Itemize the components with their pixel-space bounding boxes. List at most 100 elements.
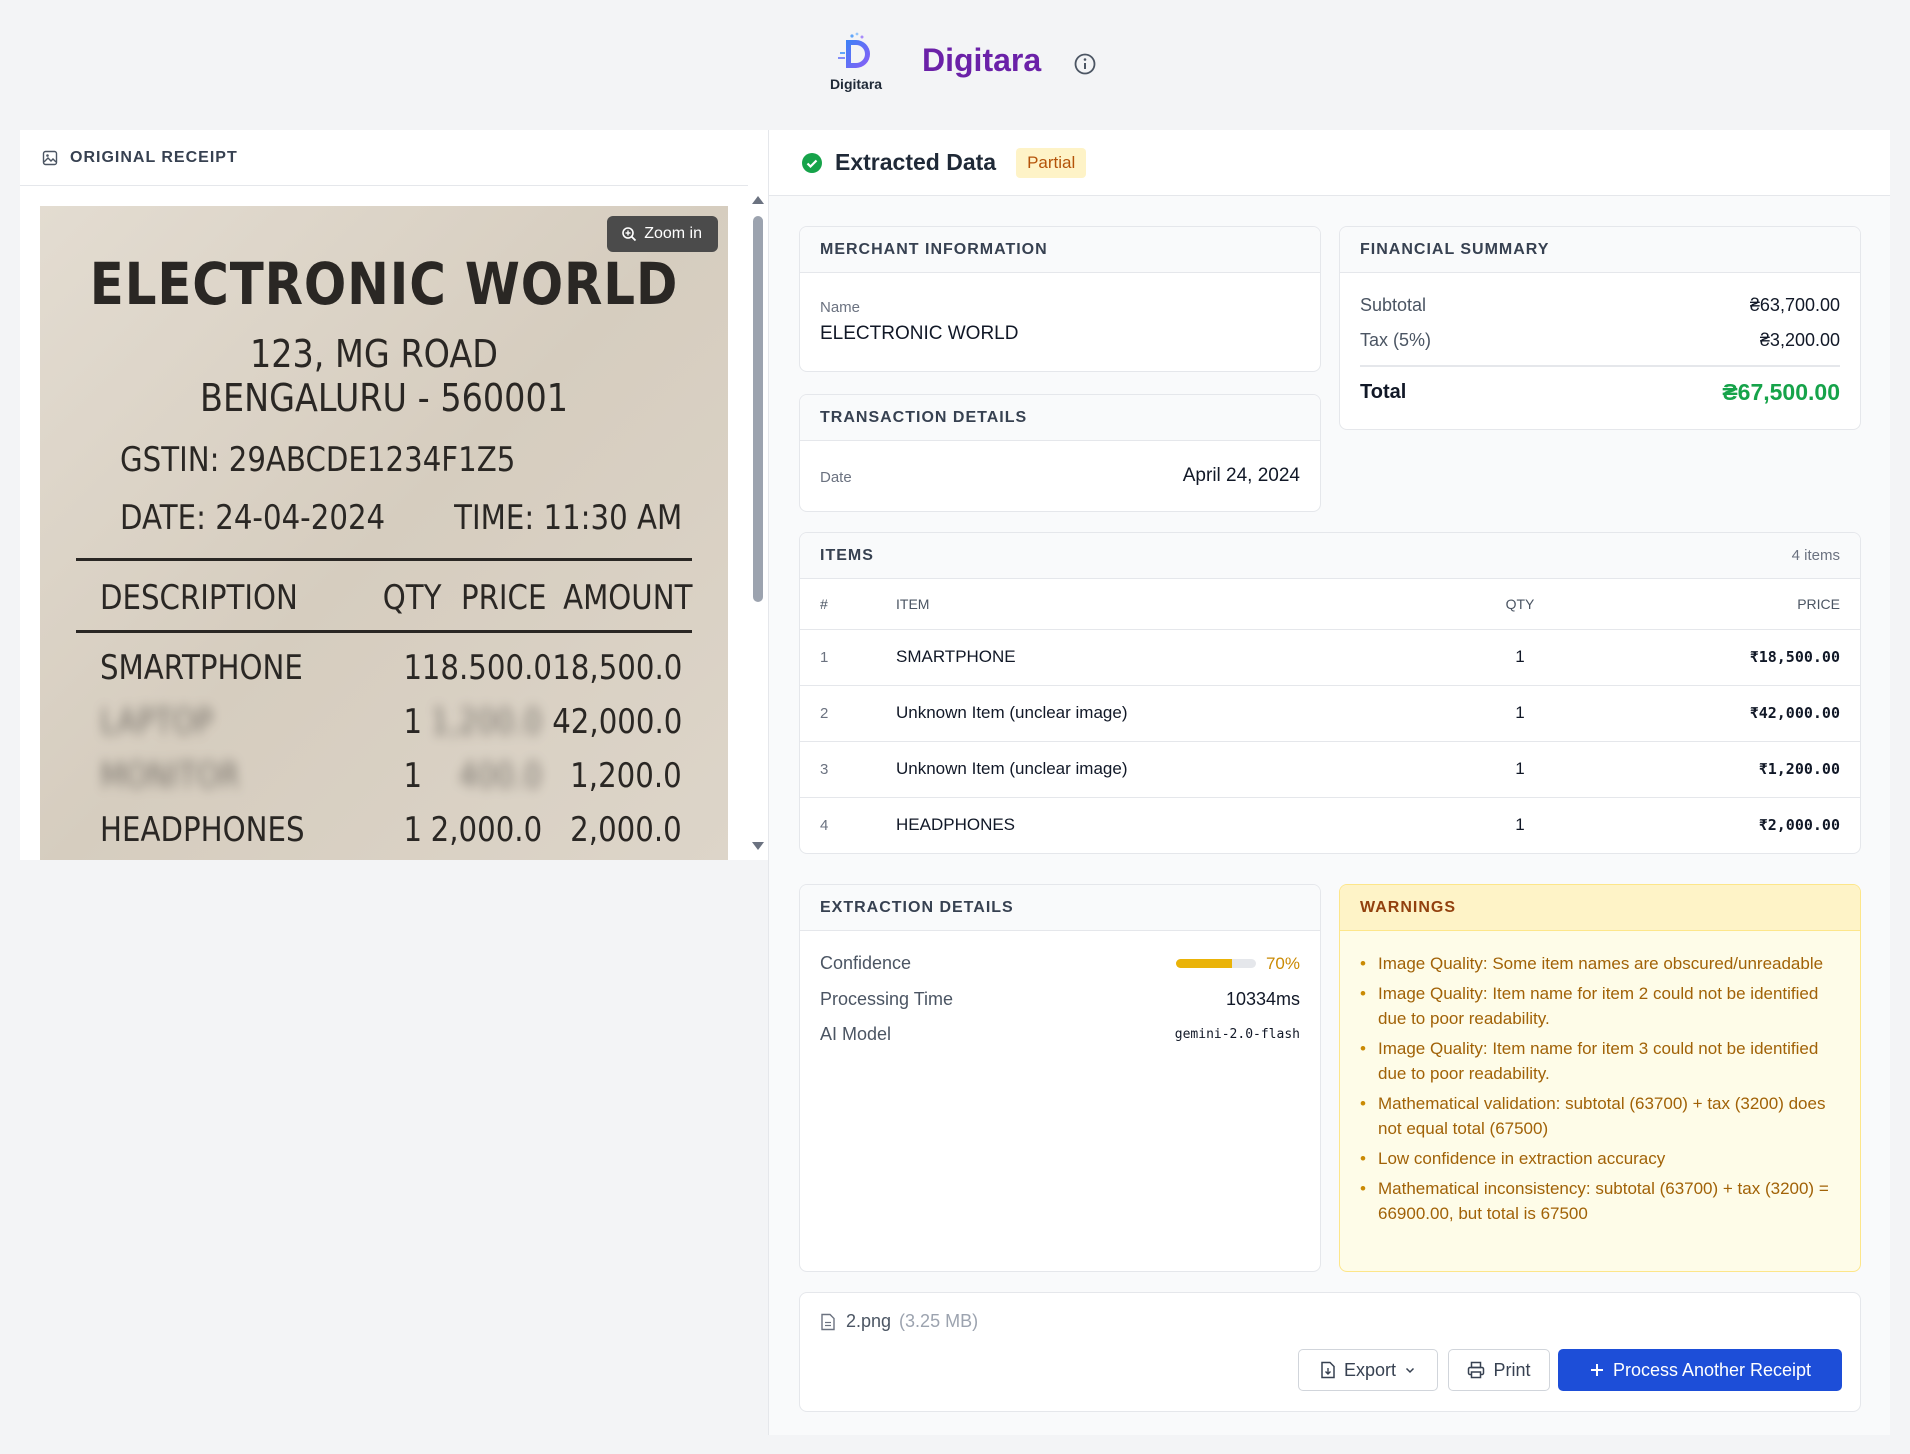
scroll-up-icon[interactable] <box>752 196 764 204</box>
export-file-icon <box>1321 1361 1335 1379</box>
warning-item: Image Quality: Item name for item 3 coul… <box>1360 1036 1840 1086</box>
brand-name: Digitara <box>922 42 1042 78</box>
financial-summary-title: FINANCIAL SUMMARY <box>1340 227 1860 273</box>
warnings-card: WARNINGS Image Quality: Some item names … <box>1339 884 1861 1272</box>
receipt-row-qty: 1 <box>403 756 423 796</box>
item-price: ₹1,200.00 <box>1570 740 1860 797</box>
items-card-header: ITEMS 4 items <box>800 533 1860 579</box>
receipt-address-line2: BENGALURU - 560001 <box>199 376 569 420</box>
confidence-value: 70% <box>1265 953 1300 973</box>
process-another-receipt-button[interactable]: Process Another Receipt <box>1558 1349 1842 1391</box>
receipt-row-desc: MONITOR <box>100 756 240 796</box>
file-info: 2.png (3.25 MB) <box>820 1311 978 1332</box>
col-item: ITEM <box>896 595 930 612</box>
col-number: # <box>820 595 828 612</box>
receipt-row-qty: 1 <box>403 810 423 850</box>
total-label: Total <box>1360 381 1407 403</box>
receipt-col-description: DESCRIPTION <box>100 578 298 618</box>
receipt-row-amount: 42,000.0 <box>551 702 682 742</box>
receipt-image[interactable]: ELECTRONIC WORLD 123, MG ROAD BENGALURU … <box>40 206 728 860</box>
receipt-store-name: ELECTRONIC WORLD <box>89 250 679 318</box>
items-table-header: # ITEM QTY PRICE <box>800 579 1860 629</box>
file-name: 2.png <box>846 1311 892 1331</box>
table-row: 2 Unknown Item (unclear image) 1 ₹42,000… <box>800 684 1860 741</box>
item-number: 1 <box>800 628 896 685</box>
total-row: Total ₴67,500.00 <box>1360 379 1840 406</box>
confidence-row: Confidence 70% <box>820 953 1300 974</box>
warning-item: Mathematical validation: subtotal (63700… <box>1360 1091 1840 1141</box>
receipt-row-price: 1,200.0 <box>430 702 543 742</box>
subtotal-label: Subtotal <box>1360 295 1427 315</box>
export-label: Export <box>1343 1359 1397 1380</box>
extracted-data-title: Extracted Data <box>835 149 997 175</box>
tax-row: Tax (5%) ₴3,200.00 <box>1360 330 1840 351</box>
scroll-down-icon[interactable] <box>752 842 764 850</box>
item-name: Unknown Item (unclear image) <box>896 740 1470 797</box>
receipt-row-desc: HEADPHONES <box>100 810 305 850</box>
receipt-address-line1: 123, MG ROAD <box>249 332 499 376</box>
chevron-down-icon <box>1405 1367 1415 1374</box>
subtotal-value: ₴63,700.00 <box>1749 295 1840 315</box>
print-button[interactable]: Print <box>1448 1349 1550 1391</box>
receipt-gstin: GSTIN: 29ABCDE1234F1Z5 <box>120 440 516 480</box>
process-another-label: Process Another Receipt <box>1612 1359 1812 1380</box>
receipt-row-qty: 1 <box>403 702 423 742</box>
financial-summary-card: FINANCIAL SUMMARY Subtotal ₴63,700.00 Ta… <box>1339 226 1861 430</box>
item-number: 2 <box>800 684 896 741</box>
zoom-in-button[interactable]: Zoom in <box>607 216 718 252</box>
warning-item: Image Quality: Item name for item 2 coul… <box>1360 981 1840 1031</box>
receipt-row-price: 400.0 <box>458 756 543 796</box>
confidence-bar <box>1175 959 1256 968</box>
transaction-card: TRANSACTION DETAILS Date April 24, 2024 <box>799 394 1321 512</box>
item-price: ₹42,000.00 <box>1570 684 1860 741</box>
plus-icon <box>1590 1364 1603 1376</box>
receipt-panel-header: ORIGINAL RECEIPT <box>20 130 768 186</box>
info-icon[interactable] <box>1073 52 1097 76</box>
receipt-row-price: 18.500.0 <box>421 648 553 688</box>
items-table: # ITEM QTY PRICE 1 SMARTPHONE 1 ₹18,500.… <box>800 579 1860 853</box>
item-number: 3 <box>800 740 896 797</box>
receipt-row-amount: 18,500.0 <box>551 648 682 688</box>
extracted-data-header: Extracted Data Partial <box>769 130 1890 196</box>
image-icon <box>42 150 58 165</box>
merchant-card: MERCHANT INFORMATION Name ELECTRONIC WOR… <box>799 226 1321 372</box>
ai-model-value: gemini-2.0-flash <box>1174 1027 1300 1042</box>
item-price: ₹2,000.00 <box>1570 796 1860 853</box>
printer-icon <box>1468 1361 1485 1379</box>
receipt-col-qty: QTY <box>382 578 442 618</box>
receipt-row-qty: 1 <box>403 648 423 688</box>
tax-value: ₴3,200.00 <box>1759 330 1840 350</box>
processing-time-row: Processing Time 10334ms <box>820 989 1300 1010</box>
items-card: ITEMS 4 items # ITEM QTY PRICE 1 SMARTPH… <box>799 532 1861 854</box>
status-badge: Partial <box>1016 147 1087 178</box>
receipt-row-desc: LAPTOP <box>100 702 214 742</box>
confidence-bar-fill <box>1175 959 1232 968</box>
merchant-name-label: Name <box>820 299 861 316</box>
receipt-scrollbar[interactable] <box>748 130 768 860</box>
file-actions-card: 2.png (3.25 MB) Export Print Process Ano… <box>799 1292 1861 1412</box>
logo-icon <box>838 32 870 68</box>
tax-label: Tax (5%) <box>1360 330 1432 350</box>
receipt-row-amount: 1,200.0 <box>570 756 682 796</box>
merchant-name: ELECTRONIC WORLD <box>820 323 1019 344</box>
receipt-panel-title: ORIGINAL RECEIPT <box>70 148 238 166</box>
item-qty: 1 <box>1470 796 1570 853</box>
receipt-row-price: 2,000.0 <box>430 810 543 850</box>
warning-item: Image Quality: Some item names are obscu… <box>1360 951 1840 976</box>
table-row: 4 HEADPHONES 1 ₹2,000.00 <box>800 796 1860 853</box>
original-receipt-panel: ORIGINAL RECEIPT ELECTRONIC WORLD 123, M… <box>20 130 768 860</box>
transaction-date: April 24, 2024 <box>1182 465 1300 486</box>
item-name: Unknown Item (unclear image) <box>896 684 1470 741</box>
scroll-thumb[interactable] <box>753 216 763 602</box>
app-header: Digitara Digitara <box>0 30 1910 100</box>
processing-time-label: Processing Time <box>820 989 954 1009</box>
export-button[interactable]: Export <box>1298 1349 1438 1391</box>
receipt-time: TIME: 11:30 AM <box>453 498 682 538</box>
merchant-card-title: MERCHANT INFORMATION <box>800 227 1320 273</box>
items-card-title: ITEMS <box>820 546 874 564</box>
item-number: 4 <box>800 796 896 853</box>
zoom-in-icon <box>622 227 637 242</box>
confidence-meter: 70% <box>1175 953 1300 974</box>
file-size: (3.25 MB) <box>899 1311 979 1331</box>
app-logo: Digitara <box>822 32 890 92</box>
